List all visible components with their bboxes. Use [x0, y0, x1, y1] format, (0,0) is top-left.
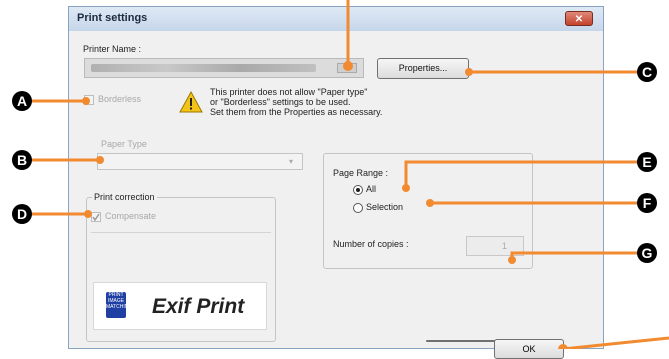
- callout-leader-lines: [30, 0, 669, 349]
- leader-dot: [465, 68, 473, 76]
- callout-a: A: [12, 91, 32, 111]
- callout-c: C: [637, 62, 657, 82]
- callout-b: B: [12, 150, 32, 170]
- leader-line-g: [510, 251, 640, 258]
- callout-g: G: [637, 243, 657, 263]
- leader-dot: [343, 61, 353, 71]
- leader-dot: [84, 210, 92, 218]
- leader-line-e: [404, 160, 640, 186]
- leader-dot: [402, 184, 410, 192]
- leader-dot: [82, 97, 90, 105]
- leader-dot: [426, 199, 434, 207]
- callout-d: D: [12, 204, 32, 224]
- leader-dot: [558, 344, 568, 349]
- leader-dot: [96, 156, 104, 164]
- callout-e: E: [637, 152, 657, 172]
- leader-line-ok: [562, 336, 669, 349]
- leader-dot: [508, 256, 516, 264]
- callout-f: F: [637, 193, 657, 213]
